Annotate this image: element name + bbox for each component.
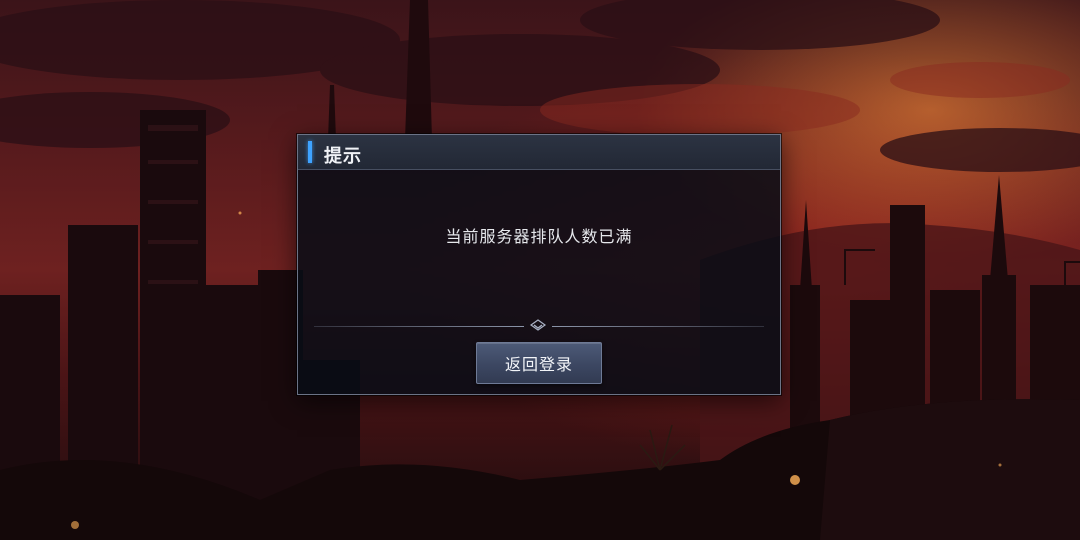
divider-line-left [314, 326, 524, 327]
dialog-message: 当前服务器排队人数已满 [445, 227, 633, 246]
dialog-header: 提示 [298, 135, 780, 170]
notice-dialog: 提示 当前服务器排队人数已满 返回登录 [297, 134, 781, 395]
game-screen: 提示 当前服务器排队人数已满 返回登录 [0, 0, 1080, 540]
dialog-title: 提示 [324, 146, 362, 167]
header-accent-bar [308, 141, 312, 163]
return-to-login-button[interactable]: 返回登录 [476, 342, 602, 384]
diamond-chevron-icon [529, 319, 547, 331]
divider-line-right [552, 326, 764, 327]
